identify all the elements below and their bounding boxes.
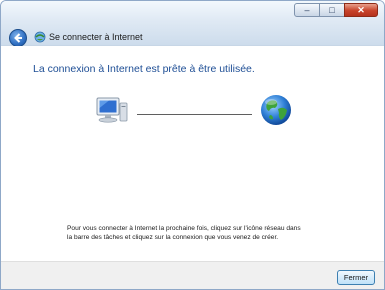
instructions-text: Pour vous connecter à Internet la procha… bbox=[67, 225, 301, 241]
title-bar: Se connecter à Internet ‒ □ ✕ bbox=[1, 1, 384, 47]
maximize-button[interactable]: □ bbox=[319, 3, 345, 17]
close-icon: ✕ bbox=[357, 4, 365, 15]
wizard-window: Se connecter à Internet ‒ □ ✕ La connexi… bbox=[0, 0, 385, 290]
footer-bar: Fermer bbox=[1, 261, 384, 289]
caption-buttons: ‒ □ ✕ bbox=[294, 3, 378, 19]
content-area: La connexion à Internet est prête à être… bbox=[1, 46, 384, 261]
globe-icon bbox=[261, 95, 291, 125]
page-heading: La connexion à Internet est prête à être… bbox=[33, 63, 255, 75]
back-arrow-icon bbox=[14, 33, 22, 43]
network-icon bbox=[34, 31, 46, 43]
computer-icon bbox=[96, 97, 128, 123]
window-title: Se connecter à Internet bbox=[49, 32, 143, 42]
back-button[interactable] bbox=[9, 29, 27, 47]
connection-line bbox=[137, 114, 252, 115]
fermer-button[interactable]: Fermer bbox=[337, 270, 375, 285]
connection-diagram bbox=[95, 95, 295, 127]
minimize-button[interactable]: ‒ bbox=[294, 3, 320, 17]
minimize-icon: ‒ bbox=[304, 5, 310, 15]
maximize-icon: □ bbox=[329, 5, 335, 15]
close-window-button[interactable]: ✕ bbox=[344, 3, 378, 17]
